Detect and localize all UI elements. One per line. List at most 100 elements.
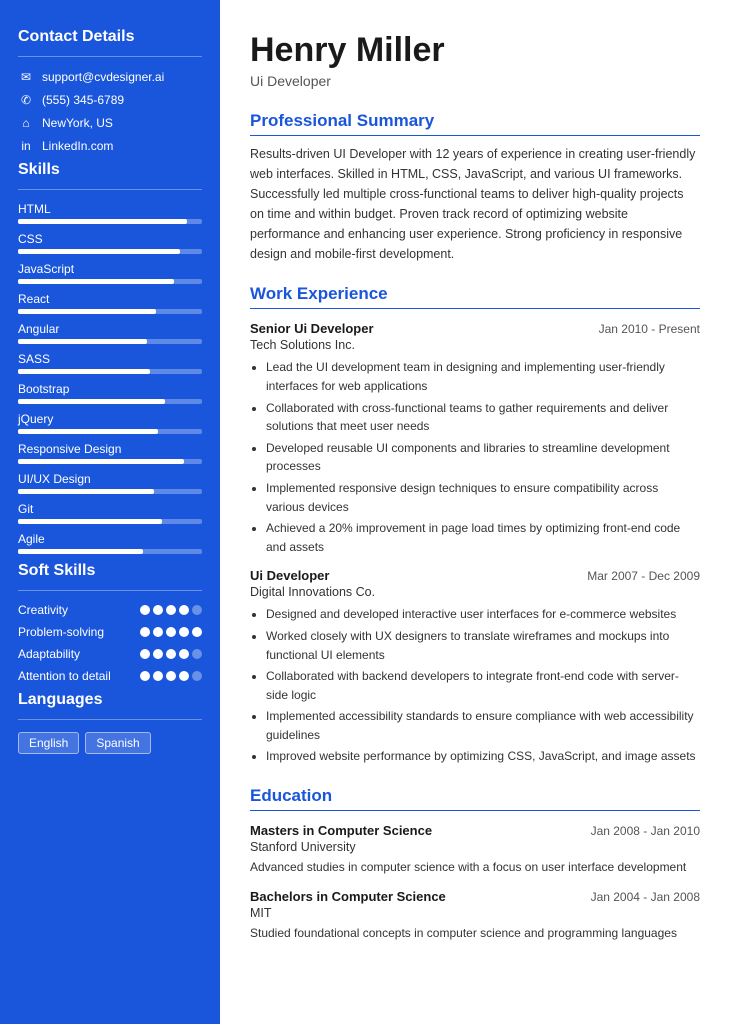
job-date: Mar 2007 - Dec 2009: [587, 569, 700, 583]
education-section-title: Education: [250, 786, 700, 811]
jobs-list: Senior Ui Developer Jan 2010 - Present T…: [250, 321, 700, 766]
skill-item: UI/UX Design: [18, 472, 202, 494]
skill-bar-bg: [18, 489, 202, 494]
job-date: Jan 2010 - Present: [599, 322, 700, 336]
skill-bar-fill: [18, 519, 162, 524]
edu-block: Masters in Computer Science Jan 2008 - J…: [250, 823, 700, 877]
dot-filled: [166, 671, 176, 681]
skill-item: React: [18, 292, 202, 314]
edu-block: Bachelors in Computer Science Jan 2004 -…: [250, 889, 700, 943]
linkedin-icon: in: [18, 138, 34, 154]
skill-bar-bg: [18, 249, 202, 254]
edu-header: Bachelors in Computer Science Jan 2004 -…: [250, 889, 700, 904]
job-bullet: Improved website performance by optimizi…: [266, 747, 700, 766]
edu-desc: Advanced studies in computer science wit…: [250, 858, 700, 877]
skill-item: Bootstrap: [18, 382, 202, 404]
dot-filled: [140, 649, 150, 659]
skill-bar-bg: [18, 309, 202, 314]
dot-filled: [153, 605, 163, 615]
skill-bar-bg: [18, 459, 202, 464]
dot-filled: [140, 671, 150, 681]
soft-skills-divider: [18, 590, 202, 591]
skills-list: HTML CSS JavaScript React Angular: [18, 202, 202, 554]
soft-skills-section: Soft Skills Creativity Problem-solving Ada…: [18, 562, 202, 691]
contact-item: in LinkedIn.com: [18, 138, 202, 154]
education-list: Masters in Computer Science Jan 2008 - J…: [250, 823, 700, 942]
soft-skill-item: Adaptability: [18, 647, 202, 661]
skill-item: CSS: [18, 232, 202, 254]
skill-bar-fill: [18, 429, 158, 434]
languages-title: Languages: [18, 691, 202, 709]
dot-filled: [192, 627, 202, 637]
summary-text: Results-driven UI Developer with 12 year…: [250, 144, 700, 264]
job-bullet: Designed and developed interactive user …: [266, 605, 700, 624]
skill-bar-fill: [18, 309, 156, 314]
skill-item: Agile: [18, 532, 202, 554]
edu-degree: Bachelors in Computer Science: [250, 889, 446, 904]
skill-bar-bg: [18, 519, 202, 524]
skill-name: Angular: [18, 322, 202, 336]
soft-skill-name: Problem-solving: [18, 625, 104, 639]
skill-item: jQuery: [18, 412, 202, 434]
contact-text: (555) 345-6789: [42, 93, 124, 107]
skill-name: HTML: [18, 202, 202, 216]
job-bullet: Implemented accessibility standards to e…: [266, 707, 700, 744]
contact-divider: [18, 56, 202, 57]
email-icon: ✉: [18, 69, 34, 85]
dot-filled: [179, 671, 189, 681]
job-header: Senior Ui Developer Jan 2010 - Present: [250, 321, 700, 336]
skills-title: Skills: [18, 161, 202, 179]
soft-skill-item: Problem-solving: [18, 625, 202, 639]
contact-item: ✆ (555) 345-6789: [18, 92, 202, 108]
edu-school: MIT: [250, 906, 700, 920]
skill-bar-fill: [18, 279, 174, 284]
skill-name: JavaScript: [18, 262, 202, 276]
edu-date: Jan 2004 - Jan 2008: [591, 890, 700, 904]
soft-skills-title: Soft Skills: [18, 562, 202, 580]
dot-filled: [140, 605, 150, 615]
soft-skills-list: Creativity Problem-solving Adaptability Att…: [18, 603, 202, 683]
languages-section: Languages EnglishSpanish: [18, 691, 202, 754]
job-bullet: Lead the UI development team in designin…: [266, 358, 700, 395]
skill-bar-fill: [18, 399, 165, 404]
dot-empty: [192, 605, 202, 615]
soft-skill-name: Adaptability: [18, 647, 80, 661]
job-bullets: Lead the UI development team in designin…: [250, 358, 700, 556]
skill-bar-fill: [18, 549, 143, 554]
candidate-name: Henry Miller: [250, 32, 700, 69]
dot-filled: [166, 649, 176, 659]
soft-skill-name: Attention to detail: [18, 669, 111, 683]
skill-item: JavaScript: [18, 262, 202, 284]
dot-filled: [179, 627, 189, 637]
skill-bar-fill: [18, 459, 184, 464]
skill-item: SASS: [18, 352, 202, 374]
contact-text: NewYork, US: [42, 116, 113, 130]
job-bullet: Implemented responsive design techniques…: [266, 479, 700, 516]
skill-name: jQuery: [18, 412, 202, 426]
edu-degree: Masters in Computer Science: [250, 823, 432, 838]
skill-bar-fill: [18, 339, 147, 344]
edu-date: Jan 2008 - Jan 2010: [591, 824, 700, 838]
language-tag: English: [18, 732, 79, 754]
contact-section: Contact Details ✉ support@cvdesigner.ai …: [18, 28, 202, 161]
dots: [140, 649, 202, 659]
dot-filled: [153, 627, 163, 637]
skill-name: SASS: [18, 352, 202, 366]
skill-name: Bootstrap: [18, 382, 202, 396]
summary-section-title: Professional Summary: [250, 111, 700, 136]
dot-filled: [153, 671, 163, 681]
dot-filled: [166, 605, 176, 615]
location-icon: ⌂: [18, 115, 34, 131]
dots: [140, 605, 202, 615]
skill-bar-fill: [18, 369, 150, 374]
skill-bar-bg: [18, 399, 202, 404]
skill-item: Git: [18, 502, 202, 524]
skill-bar-fill: [18, 219, 187, 224]
skill-name: Agile: [18, 532, 202, 546]
soft-skill-name: Creativity: [18, 603, 68, 617]
dot-empty: [192, 649, 202, 659]
contact-item: ⌂ NewYork, US: [18, 115, 202, 131]
contact-text: support@cvdesigner.ai: [42, 70, 164, 84]
job-bullet: Collaborated with backend developers to …: [266, 667, 700, 704]
skill-bar-bg: [18, 549, 202, 554]
